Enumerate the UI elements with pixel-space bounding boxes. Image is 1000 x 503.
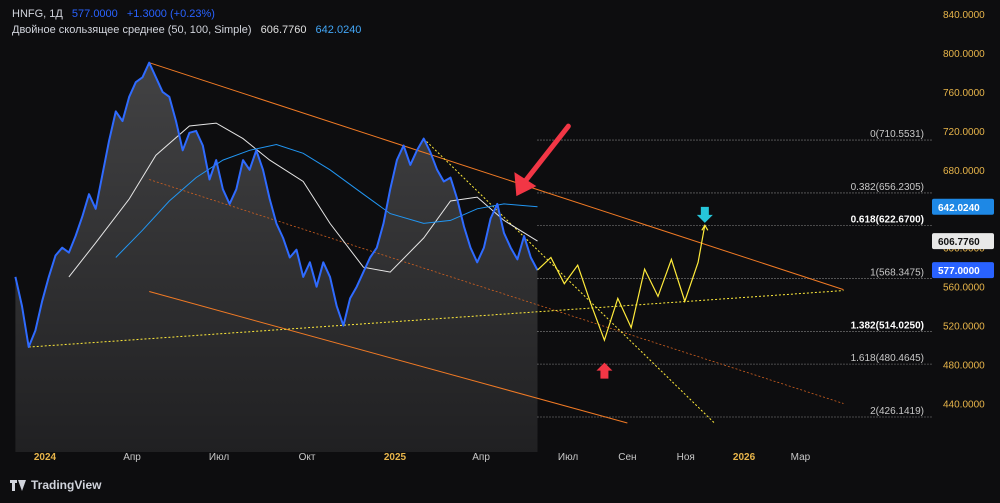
x-tick-label: Ноя: [677, 452, 695, 463]
ma-blue-value: 642.0240: [315, 24, 362, 36]
fib-level-label: 0.382(656.2305): [851, 182, 924, 193]
x-tick-label: 2024: [34, 452, 57, 463]
red-down-arrow-icon: [514, 172, 537, 197]
y-tick-label: 520.0000: [943, 322, 985, 333]
y-tick-label: 680.0000: [943, 166, 985, 177]
last-price: 577.0000: [71, 8, 118, 20]
y-tick-label: 560.0000: [943, 283, 985, 294]
chart-legend: HNFG, 1Д 577.0000 +1.3000 (+0.23%) Двойн…: [12, 6, 361, 38]
y-tick-label: 800.0000: [943, 49, 985, 60]
price-tag-label: 577.0000: [938, 266, 980, 277]
fib-level-label: 2(426.1419): [870, 406, 924, 417]
y-tick-label: 760.0000: [943, 88, 985, 99]
fib-level-label: 1.618(480.4645): [851, 353, 924, 364]
x-tick-label: Окт: [299, 452, 316, 463]
price-change: +1.3000 (+0.23%): [126, 8, 215, 20]
price-area: [15, 62, 538, 452]
x-tick-label: Июл: [558, 452, 578, 463]
forecast-line: [537, 225, 706, 343]
tradingview-brand[interactable]: TradingView: [10, 478, 101, 492]
price-tag-label: 642.0240: [938, 203, 980, 214]
tradingview-logo-icon: [10, 479, 26, 491]
x-tick-label: Июл: [209, 452, 229, 463]
symbol-label[interactable]: HNFG, 1Д: [12, 8, 63, 20]
fib-level-label: 1(568.3475): [870, 268, 924, 279]
price-chart[interactable]: 0(710.5531) 0.382(656.2305) 0.618(622.6700…: [0, 0, 1000, 498]
ma-indicator-label[interactable]: Двойное скользящее среднее (50, 100, Sim…: [12, 24, 252, 36]
fib-level-label: 1.382(514.0250): [851, 320, 924, 331]
red-arrow-shaft: [521, 123, 571, 185]
x-tick-label: 2025: [384, 452, 407, 463]
x-tick-label: Апр: [472, 452, 490, 463]
x-tick-label: Апр: [123, 452, 141, 463]
y-tick-label: 480.0000: [943, 361, 985, 372]
brand-label: TradingView: [31, 478, 102, 492]
y-tick-label: 440.0000: [943, 400, 985, 411]
x-tick-label: Сен: [618, 452, 636, 463]
cyan-down-arrow-icon: [696, 206, 713, 223]
x-tick-label: 2026: [733, 452, 756, 463]
ma-white-value: 606.7760: [260, 24, 307, 36]
chart-canvas: 0(710.5531) 0.382(656.2305) 0.618(622.6700…: [14, 10, 994, 463]
y-tick-label: 840.0000: [943, 10, 985, 21]
x-tick-label: Мар: [791, 452, 811, 463]
red-up-arrow-icon: [596, 362, 613, 379]
fib-level-label: 0(710.5531): [870, 129, 924, 140]
y-tick-label: 720.0000: [943, 127, 985, 138]
price-tag-label: 606.7760: [938, 237, 980, 248]
fib-level-label: 0.618(622.6700): [851, 215, 924, 226]
